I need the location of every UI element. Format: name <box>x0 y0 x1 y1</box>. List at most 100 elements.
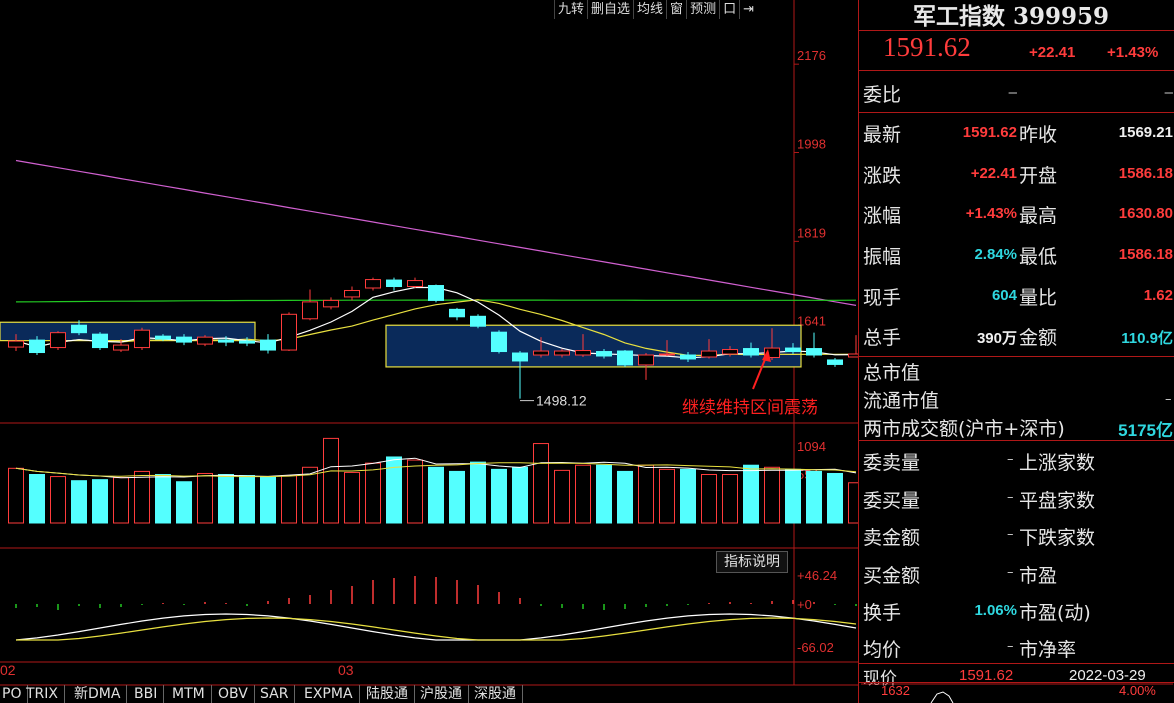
row2-label-3: 买金额 <box>863 565 921 587</box>
volume-bar-40 <box>848 482 858 524</box>
volume-bar-20 <box>428 466 444 524</box>
row2-label2-1: 平盘家数 <box>1019 490 1096 512</box>
volume-bar-35 <box>743 464 759 524</box>
last-price: 1591.62 <box>883 32 971 62</box>
volume-bar-7 <box>155 474 171 524</box>
candle-body-39 <box>827 359 843 365</box>
volume-bar-39 <box>827 472 843 524</box>
tb-forecast-button[interactable]: 预测 <box>686 0 720 19</box>
candle-body-19 <box>407 280 423 288</box>
candle-body-18 <box>386 279 402 288</box>
low-marker-label: 1498.12 <box>536 393 587 409</box>
volume-bar-19 <box>407 459 423 524</box>
candle-body-35 <box>743 348 759 356</box>
tab-深股通[interactable]: 深股通 <box>468 685 523 703</box>
row2-label2-5: 市净率 <box>1019 639 1077 661</box>
volume-bar-36 <box>764 466 780 524</box>
row-label-3: 涨幅 <box>863 205 902 227</box>
tb-jiuzhuan-button[interactable]: 九转 <box>554 0 588 19</box>
indicator-tick-2: -66.02 <box>797 640 834 655</box>
candle-body-15 <box>323 299 339 308</box>
price-tick-2: 1819 <box>797 225 826 240</box>
row-label2-5: 量比 <box>1019 287 1058 309</box>
price-tick-0: 2176 <box>797 48 826 63</box>
volume-bar-8 <box>176 481 192 524</box>
volume-bar-22 <box>470 461 486 524</box>
volume-bar-1 <box>29 474 45 524</box>
row2-label-2: 卖金额 <box>863 527 921 549</box>
volume-bar-5 <box>113 477 129 524</box>
change-value: +22.41 <box>1029 44 1076 61</box>
candle-body-8 <box>176 336 192 343</box>
volume-bar-31 <box>659 468 675 524</box>
tab-EXPMA[interactable]: EXPMA <box>298 685 360 703</box>
volume-bar-16 <box>344 471 360 524</box>
row-label2-2: 开盘 <box>1019 165 1058 187</box>
row-label-4: 振幅 <box>863 246 902 268</box>
row2-label2-3: 市盈 <box>1019 565 1058 587</box>
candle-body-38 <box>806 348 822 356</box>
volume-bar-21 <box>449 470 465 524</box>
candle-body-2 <box>50 332 66 349</box>
tb-window-button[interactable]: 窗 <box>666 0 687 19</box>
candle-body-11 <box>239 340 255 344</box>
date-label-0: 02 <box>0 662 16 678</box>
date-label-1: 03 <box>338 662 354 678</box>
row-label2-6: 金额 <box>1019 327 1058 349</box>
candle-body-9 <box>197 336 213 345</box>
candle-body-12 <box>260 339 276 351</box>
volume-bar-29 <box>617 470 633 524</box>
row-value-4: 2.84% <box>974 246 1017 263</box>
tb-ma-button[interactable]: 均线 <box>633 0 667 19</box>
candle-body-6 <box>134 329 150 349</box>
candle-body-16 <box>344 289 360 298</box>
tab-BBI[interactable]: BBI <box>128 685 165 703</box>
candle-body-30 <box>638 354 654 366</box>
row2-label2-0: 上涨家数 <box>1019 452 1096 474</box>
row-label2-3: 最高 <box>1019 205 1058 227</box>
candle-body-27 <box>575 350 591 356</box>
candle-body-10 <box>218 339 234 343</box>
candle-body-37 <box>785 347 801 353</box>
tb-square-icon[interactable]: 口 <box>719 0 740 19</box>
candle-body-24 <box>512 352 528 362</box>
total-mv-label: 总市值 <box>863 362 921 384</box>
volume-bar-15 <box>323 437 339 524</box>
volume-bar-12 <box>260 476 276 524</box>
row-value2-0: – <box>1164 84 1173 101</box>
tab-SAR[interactable]: SAR <box>254 685 296 703</box>
candle-body-0 <box>8 340 24 348</box>
volume-bar-32 <box>680 468 696 524</box>
candle-body-34 <box>722 349 738 355</box>
chart-canvas[interactable]: 21761998181916411094554+46.24+0-66.02020… <box>0 0 858 703</box>
volume-bar-24 <box>512 466 528 524</box>
candle-body-28 <box>596 351 612 357</box>
volume-bar-3 <box>71 480 87 524</box>
tab-OBV[interactable]: OBV <box>212 685 255 703</box>
candle-body-3 <box>71 324 87 334</box>
tab-MTM[interactable]: MTM <box>166 685 212 703</box>
row-label-5: 现手 <box>863 287 902 309</box>
volume-bar-34 <box>722 474 738 524</box>
candle-body-29 <box>617 350 633 366</box>
float-mv-label: 流通市值 <box>863 390 940 412</box>
row2-label2-4: 市盈(动) <box>1019 602 1091 624</box>
mini-intraday-chart <box>861 683 1173 703</box>
row2-value-4: 1.06% <box>974 602 1017 619</box>
volume-tick-0: 1094 <box>797 439 826 454</box>
volume-bar-25 <box>533 443 549 524</box>
tb-remove-favorite-button[interactable]: 删自选 <box>587 0 634 19</box>
row2-label-5: 均价 <box>863 639 902 661</box>
volume-bar-4 <box>92 479 108 524</box>
tab-新DMA[interactable]: 新DMA <box>68 685 128 703</box>
tab-TRIX[interactable]: TRIX <box>20 685 65 703</box>
tab-沪股通[interactable]: 沪股通 <box>414 685 469 703</box>
candle-body-5 <box>113 344 129 351</box>
row-label2-4: 最低 <box>1019 246 1058 268</box>
tab-陆股通[interactable]: 陆股通 <box>360 685 415 703</box>
tb-collapse-icon[interactable]: ⇥ <box>739 0 757 19</box>
volume-bar-38 <box>806 470 822 524</box>
indicator-help-button[interactable]: 指标说明 <box>716 551 788 573</box>
candle-body-33 <box>701 350 717 358</box>
row-value2-5: 1.62 <box>1143 287 1173 304</box>
